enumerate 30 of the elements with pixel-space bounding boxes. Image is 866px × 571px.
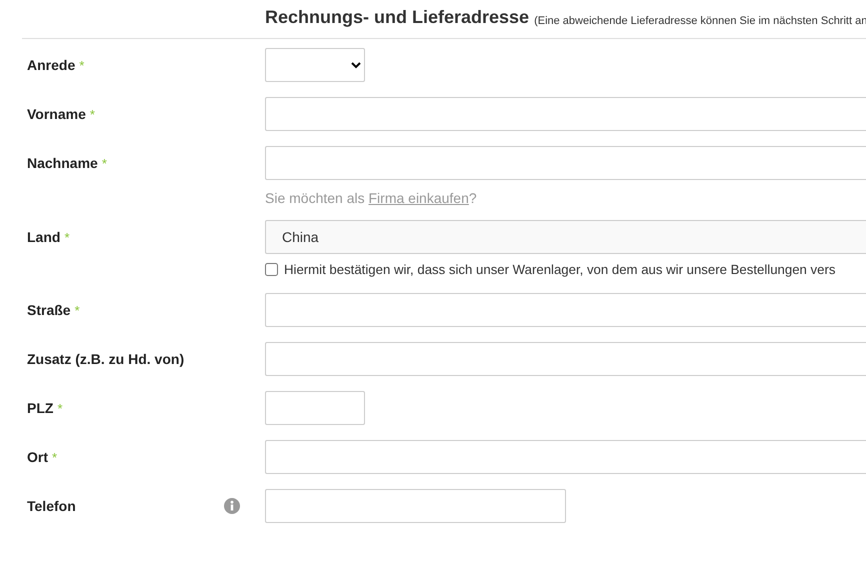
confirm-checkbox[interactable]: [265, 262, 278, 276]
field-label: Zusatz (z.B. zu Hd. von): [27, 351, 184, 367]
required-mark: *: [102, 156, 107, 170]
field-label: Nachname: [27, 155, 98, 171]
field-label: PLZ: [27, 400, 54, 416]
section-title: Rechnungs- und Lieferadresse: [265, 7, 530, 29]
confirm-text: Hiermit bestätigen wir, dass sich unser Warenlager, von dem aus wir unsere Bestellungen vers: [284, 262, 836, 276]
salutation-select[interactable]: [265, 48, 365, 82]
field-label: Land: [27, 229, 60, 245]
field-label: Straße: [27, 302, 71, 318]
required-mark: *: [52, 450, 58, 464]
required-mark: *: [74, 302, 80, 318]
field-label: Telefon: [27, 498, 76, 514]
input-field[interactable]: [265, 391, 365, 425]
country-field[interactable]: China: [265, 220, 866, 254]
info-icon[interactable]: [224, 498, 240, 514]
field-label: Ort: [27, 449, 48, 465]
input-field[interactable]: [265, 440, 866, 474]
field-label: Vorname: [27, 106, 86, 122]
input-field[interactable]: [265, 293, 866, 327]
required-mark: *: [90, 106, 95, 122]
field-label: Anrede: [27, 57, 76, 73]
input-field[interactable]: [265, 146, 866, 180]
company-hint: Sie möchten als Firma einkaufen?: [265, 190, 477, 206]
input-field[interactable]: [265, 489, 566, 523]
required-mark: *: [79, 58, 84, 72]
input-field[interactable]: [265, 342, 866, 376]
required-mark: *: [64, 230, 70, 244]
input-field[interactable]: [265, 97, 866, 131]
required-mark: *: [57, 400, 63, 416]
